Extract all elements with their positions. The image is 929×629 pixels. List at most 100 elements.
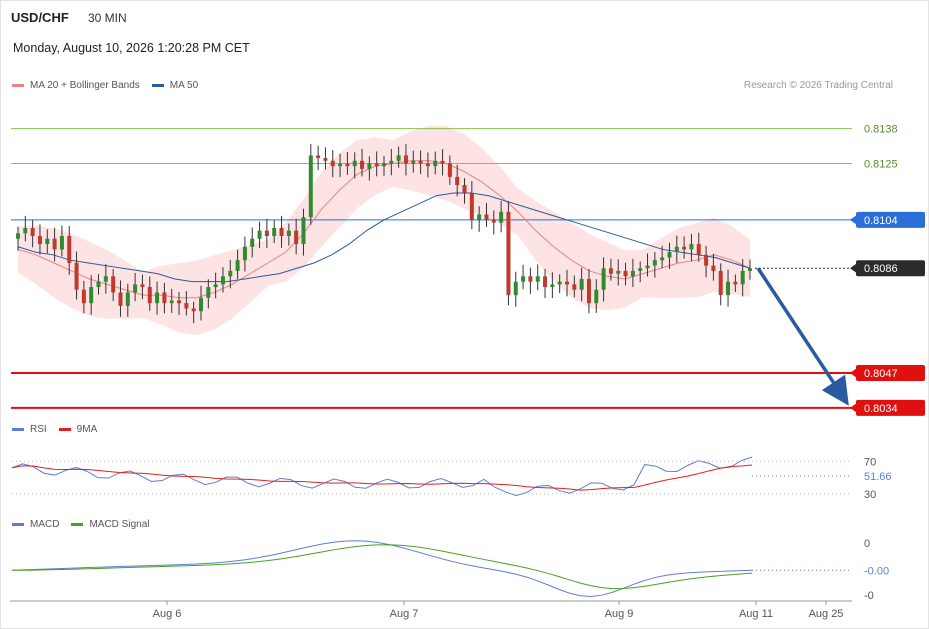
candle-body xyxy=(557,281,562,285)
candle-body xyxy=(286,230,291,237)
x-axis-label: Aug 6 xyxy=(153,608,182,620)
candle-body xyxy=(345,163,350,167)
macd-tick-bottom: -0 xyxy=(864,590,874,602)
candle-body xyxy=(191,308,196,312)
candle-body xyxy=(528,276,533,282)
x-axis-label: Aug 25 xyxy=(809,608,844,620)
candle-body xyxy=(608,268,613,274)
candle-body xyxy=(367,163,372,169)
candle-body xyxy=(477,214,482,220)
candle-body xyxy=(352,160,357,167)
candle-body xyxy=(374,163,379,167)
candle-body xyxy=(506,211,511,296)
candle-body xyxy=(242,246,247,261)
candle-body xyxy=(52,238,57,250)
candle-body xyxy=(491,219,496,223)
candle-body xyxy=(125,292,130,306)
candle-body xyxy=(16,233,20,239)
candle-body xyxy=(228,270,233,277)
candle-body xyxy=(403,155,408,164)
candle-body xyxy=(199,297,203,312)
candle-body xyxy=(411,160,416,164)
candle-body xyxy=(660,257,665,261)
x-axis-label: Aug 11 xyxy=(739,608,773,620)
candle-body xyxy=(594,289,599,304)
macd-current-label: -0.00 xyxy=(864,565,889,577)
forecast-arrow xyxy=(756,267,849,406)
candle-body xyxy=(682,246,687,250)
candle-body xyxy=(623,270,628,277)
candle-body xyxy=(572,284,577,290)
candle-body xyxy=(616,270,621,274)
level-tag-pointer xyxy=(850,214,857,225)
candle-body xyxy=(689,244,694,250)
rsi-current-label: 51.66 xyxy=(864,471,892,483)
candle-body xyxy=(726,281,731,296)
candle-body xyxy=(704,254,709,266)
candle-body xyxy=(37,236,42,245)
candle-body xyxy=(718,270,723,296)
candle-body xyxy=(323,158,328,161)
candle-body xyxy=(23,227,28,234)
rsi-ma-line xyxy=(11,464,753,491)
candle-body xyxy=(133,284,138,293)
candle-body xyxy=(67,236,72,263)
candle-body xyxy=(630,270,635,277)
rsi-tick-70: 70 xyxy=(864,456,876,468)
candle-body xyxy=(382,163,386,167)
candle-body xyxy=(162,292,167,304)
candle-body xyxy=(250,238,255,247)
candle-body xyxy=(301,217,306,245)
candle-body xyxy=(418,160,423,164)
level-label: 0.8047 xyxy=(864,368,898,380)
candle-body xyxy=(586,278,591,304)
candle-body xyxy=(433,160,438,167)
level-label: 0.8104 xyxy=(864,215,898,227)
candle-body xyxy=(81,289,86,304)
candle-body xyxy=(89,287,94,304)
candle-body xyxy=(111,276,116,293)
candle-body xyxy=(74,262,79,290)
candle-body xyxy=(740,270,745,285)
candle-body xyxy=(389,160,394,164)
candle-body xyxy=(316,155,321,159)
price-chart: 0.8138 0.8125 0.8104 0.8086 0.8047 0.8034 70 3… xyxy=(10,124,925,620)
candle-body xyxy=(447,163,452,177)
candle-body xyxy=(733,281,738,285)
candle-body xyxy=(206,287,211,298)
candle-body xyxy=(360,160,365,169)
level-tag-pointer xyxy=(850,367,857,378)
candle-body xyxy=(543,276,548,288)
candle-body xyxy=(169,300,174,304)
level-tag-pointer xyxy=(850,402,857,413)
candle-body xyxy=(667,252,672,258)
candle-body xyxy=(396,155,401,161)
candle-body xyxy=(220,276,225,285)
candle-body xyxy=(521,276,526,282)
x-axis-label: Aug 7 xyxy=(390,608,419,620)
x-axis-label: Aug 9 xyxy=(605,608,634,620)
level-label: 0.8034 xyxy=(864,403,898,415)
candle-body xyxy=(235,260,240,271)
candle-body xyxy=(96,281,101,288)
candle-body xyxy=(308,155,313,218)
candle-body xyxy=(140,284,145,288)
candle-body xyxy=(499,211,504,223)
candle-body xyxy=(550,284,555,288)
candle-body xyxy=(696,244,701,255)
candle-body xyxy=(601,268,606,290)
candle-body xyxy=(264,230,269,237)
rsi-tick-30: 30 xyxy=(864,489,876,501)
candle-body xyxy=(462,184,467,194)
candle-body xyxy=(748,268,752,271)
level-label: 0.8138 xyxy=(864,124,898,136)
candle-body xyxy=(118,292,123,306)
level-tag-pointer xyxy=(850,263,857,274)
candle-body xyxy=(535,276,540,282)
candle-body xyxy=(469,193,474,220)
candle-body xyxy=(45,238,50,245)
level-label: 0.8086 xyxy=(864,263,898,275)
candle-body xyxy=(184,303,189,309)
candle-body xyxy=(455,176,460,185)
candle-body xyxy=(440,160,445,164)
